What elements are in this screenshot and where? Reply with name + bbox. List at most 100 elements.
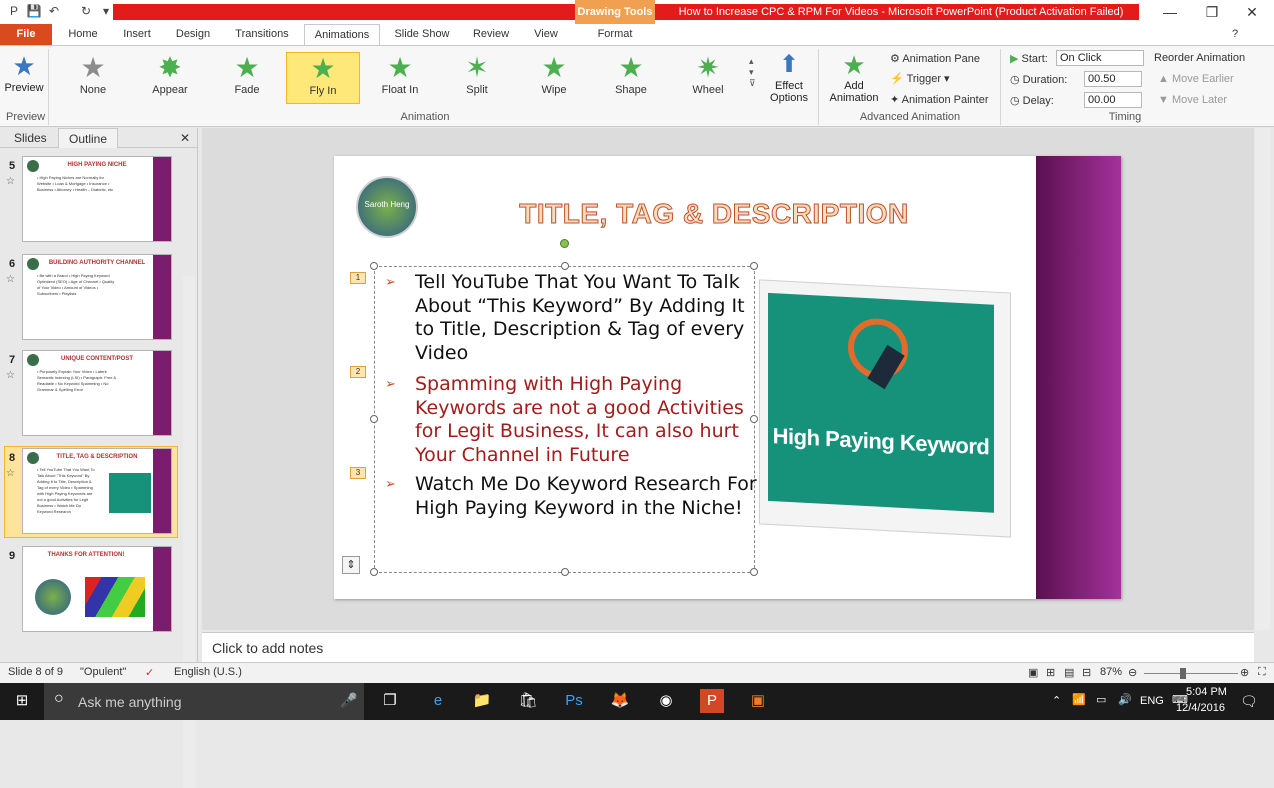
gallery-more-icon[interactable]: ▴ ▾ ⊽: [749, 56, 756, 89]
spelling-check-icon[interactable]: ✓: [145, 666, 154, 679]
slide-thumbnail-8[interactable]: 8 ☆ TITLE, TAG & DESCRIPTION • Tell YouTu…: [0, 448, 182, 540]
language-indicator[interactable]: English (U.S.): [174, 666, 242, 678]
powerpoint-taskbar-icon[interactable]: P: [700, 689, 724, 713]
close-button[interactable]: ✕: [1232, 0, 1272, 24]
task-view-icon[interactable]: ❐: [378, 689, 402, 713]
zoom-out-icon[interactable]: ⊖: [1128, 666, 1137, 679]
animation-painter-button[interactable]: ✦ Animation Painter: [890, 93, 989, 106]
tab-slides[interactable]: Slides: [14, 128, 47, 148]
zoom-slider[interactable]: [1144, 673, 1238, 674]
add-animation-button[interactable]: ★ Add Animation: [824, 50, 884, 110]
resize-handle[interactable]: [370, 568, 378, 576]
reading-view-icon[interactable]: ▤: [1064, 666, 1074, 679]
tab-view[interactable]: View: [524, 24, 568, 45]
zoom-in-icon[interactable]: ⊕: [1240, 666, 1249, 679]
resize-handle[interactable]: [561, 262, 569, 270]
tab-file[interactable]: File: [0, 24, 52, 45]
microphone-icon[interactable]: 🎤: [340, 692, 357, 709]
tab-transitions[interactable]: Transitions: [226, 24, 298, 45]
minimize-button[interactable]: —: [1150, 0, 1190, 24]
slide-thumbnail-5[interactable]: 5 ☆ HIGH PAYING NICHE • High Paying Niche…: [0, 156, 182, 248]
volume-icon[interactable]: 🔊: [1118, 693, 1132, 706]
save-icon[interactable]: 💾: [26, 3, 42, 19]
clock-date[interactable]: 12/4/2016: [1176, 702, 1225, 714]
duration-input[interactable]: 00.50: [1084, 71, 1142, 87]
edge-icon[interactable]: e: [426, 689, 450, 713]
slide-sorter-icon[interactable]: ⊞: [1046, 666, 1055, 679]
move-later-button[interactable]: ▼ Move Later: [1158, 94, 1227, 106]
effect-wipe[interactable]: ★ Wipe: [517, 52, 591, 104]
photoshop-icon[interactable]: Ps: [562, 689, 586, 713]
clock-time[interactable]: 5:04 PM: [1186, 686, 1227, 698]
tab-outline[interactable]: Outline: [58, 128, 119, 148]
qat-dropdown-icon[interactable]: ▾: [98, 3, 114, 19]
animation-pane-button[interactable]: ⚙ Animation Pane: [890, 52, 980, 65]
effect-fly-in[interactable]: ★ Fly In: [286, 52, 360, 104]
tray-expand-icon[interactable]: ⌃: [1052, 694, 1061, 707]
autofit-options-icon[interactable]: ⇕: [342, 556, 360, 574]
cortana-search[interactable]: ○ Ask me anything 🎤: [44, 683, 364, 720]
slide[interactable]: Saroth Heng TITLE, TAG & DESCRIPTION ➢ T…: [334, 156, 1121, 599]
theme-name[interactable]: "Opulent": [80, 666, 126, 678]
content-textbox[interactable]: ➢ Tell YouTube That You Want To Talk Abo…: [370, 262, 758, 576]
resize-handle[interactable]: [750, 262, 758, 270]
effect-split[interactable]: ✶ Split: [440, 52, 514, 104]
notifications-icon[interactable]: 🗨: [1240, 693, 1258, 710]
powerpoint-icon[interactable]: P: [6, 3, 22, 19]
windows-start-icon[interactable]: ⊞: [10, 689, 34, 713]
close-pane-icon[interactable]: ✕: [180, 128, 190, 148]
undo-icon[interactable]: ↶: [46, 3, 62, 19]
animation-order-badge-3[interactable]: 3: [350, 467, 366, 479]
file-explorer-icon[interactable]: 📁: [470, 689, 494, 713]
effect-float-in[interactable]: ★ Float In: [363, 52, 437, 104]
tab-home[interactable]: Home: [60, 24, 106, 45]
redo-icon[interactable]: ↻: [78, 3, 94, 19]
effect-appear[interactable]: ✸ Appear: [133, 52, 207, 104]
tab-review[interactable]: Review: [466, 24, 516, 45]
trigger-button[interactable]: ⚡ Trigger ▾: [890, 72, 950, 85]
zoom-level[interactable]: 87%: [1100, 666, 1122, 678]
recorder-icon[interactable]: ▣: [746, 689, 770, 713]
tab-format[interactable]: Format: [588, 24, 642, 45]
canvas-scrollbar[interactable]: [1255, 128, 1270, 630]
preview-button[interactable]: ★ Preview: [4, 50, 44, 102]
network-icon[interactable]: 📶: [1072, 693, 1086, 706]
firefox-icon[interactable]: 🦊: [608, 689, 632, 713]
slide-thumbnail-9[interactable]: 9 THANKS FOR ATTENTION!: [0, 546, 182, 638]
tab-design[interactable]: Design: [168, 24, 218, 45]
language-indicator-taskbar[interactable]: ENG: [1140, 695, 1164, 707]
animation-order-badge-1[interactable]: 1: [350, 272, 366, 284]
delay-input[interactable]: 00.00: [1084, 92, 1142, 108]
resize-handle[interactable]: [370, 415, 378, 423]
effect-fade[interactable]: ★ Fade: [210, 52, 284, 104]
resize-handle[interactable]: [750, 568, 758, 576]
resize-handle[interactable]: [370, 262, 378, 270]
help-icon[interactable]: ?: [1228, 24, 1242, 45]
battery-icon[interactable]: ▭: [1096, 693, 1106, 706]
tab-slideshow[interactable]: Slide Show: [388, 24, 456, 45]
high-paying-keyword-image[interactable]: High Paying Keyword: [759, 279, 1011, 538]
fit-slide-icon[interactable]: ⛶: [1258, 666, 1266, 679]
notes-pane[interactable]: Click to add notes: [202, 632, 1254, 662]
resize-handle[interactable]: [561, 568, 569, 576]
tab-insert[interactable]: Insert: [114, 24, 160, 45]
tab-animations[interactable]: Animations: [304, 24, 380, 45]
chrome-icon[interactable]: ◉: [654, 689, 678, 713]
channel-logo[interactable]: Saroth Heng: [356, 176, 418, 238]
effect-options-button[interactable]: ⬆ Effect Options: [764, 50, 814, 110]
rotate-handle[interactable]: [560, 239, 569, 248]
slide-title[interactable]: TITLE, TAG & DESCRIPTION: [504, 198, 924, 230]
effect-none[interactable]: ★ None: [56, 52, 130, 104]
zoom-slider-thumb[interactable]: [1180, 668, 1186, 679]
effect-wheel[interactable]: ✷ Wheel: [671, 52, 745, 104]
maximize-button[interactable]: ❐: [1192, 0, 1232, 24]
slideshow-view-icon[interactable]: ⊟: [1082, 666, 1091, 679]
move-earlier-button[interactable]: ▲ Move Earlier: [1158, 73, 1234, 85]
start-select[interactable]: On Click: [1056, 50, 1144, 66]
store-icon[interactable]: 🛍: [516, 689, 540, 713]
slide-thumbnail-6[interactable]: 6 ☆ BUILDING AUTHORITY CHANNEL • Be with …: [0, 254, 182, 346]
slide-thumbnail-7[interactable]: 7 ☆ UNIQUE CONTENT/POST • Purposely Expla…: [0, 350, 182, 442]
effect-shape[interactable]: ★ Shape: [594, 52, 668, 104]
normal-view-icon[interactable]: ▣: [1028, 666, 1038, 679]
animation-order-badge-2[interactable]: 2: [350, 366, 366, 378]
